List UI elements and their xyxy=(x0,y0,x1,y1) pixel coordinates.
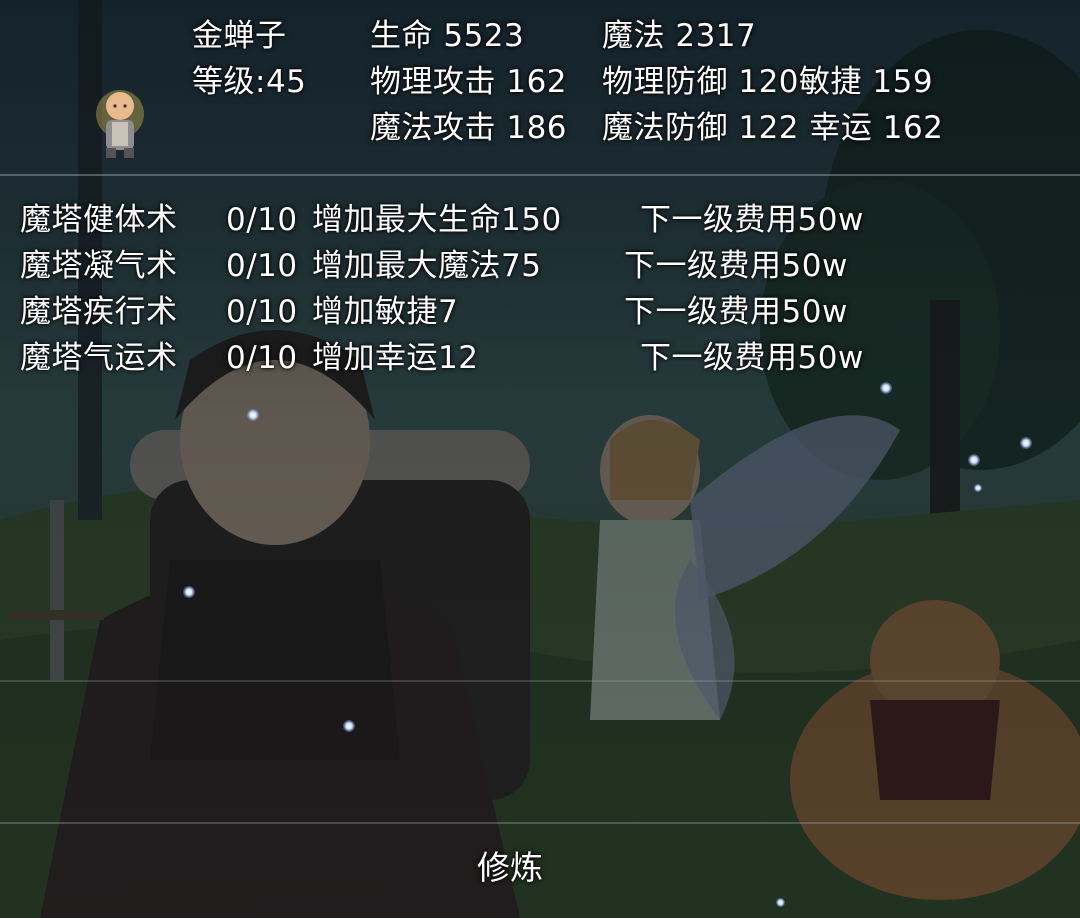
skill-name: 魔塔健体术 xyxy=(20,202,178,238)
header-divider xyxy=(0,174,1080,176)
stat-magic-attack: 魔法攻击 186 xyxy=(370,110,568,146)
skill-cost: 下一级费用50w xyxy=(624,248,848,284)
skill-effect: 增加幸运12 xyxy=(312,340,479,376)
skill-cost: 下一级费用50w xyxy=(640,202,864,238)
sparkle-icon xyxy=(776,898,785,907)
skill-name: 魔塔气运术 xyxy=(20,340,178,376)
skill-cost: 下一级费用50w xyxy=(640,340,864,376)
skill-progress: 0/10 xyxy=(226,248,298,284)
footer-divider xyxy=(0,822,1080,824)
train-button[interactable]: 修炼 xyxy=(440,838,580,892)
skill-name: 魔塔疾行术 xyxy=(20,294,178,330)
stat-hp: 生命 5523 xyxy=(370,18,525,54)
skill-cost: 下一级费用50w xyxy=(624,294,848,330)
sparkle-icon xyxy=(247,409,259,421)
skill-progress: 0/10 xyxy=(226,340,298,376)
sparkle-icon xyxy=(880,382,892,394)
character-level: 等级:45 xyxy=(192,64,307,100)
stat-physical-defense-agility: 物理防御 120敏捷 159 xyxy=(602,64,934,100)
sparkle-icon xyxy=(968,454,980,466)
panel-divider xyxy=(0,680,1080,682)
skill-effect: 增加最大生命150 xyxy=(312,202,562,238)
skill-name: 魔塔凝气术 xyxy=(20,248,178,284)
sparkle-icon xyxy=(974,484,982,492)
character-name: 金蝉子 xyxy=(192,18,287,54)
sparkle-icon xyxy=(343,720,355,732)
skill-progress: 0/10 xyxy=(226,294,298,330)
stat-magic-defense-luck: 魔法防御 122 幸运 162 xyxy=(602,110,944,146)
skill-effect: 增加最大魔法75 xyxy=(312,248,542,284)
sparkle-icon xyxy=(183,586,195,598)
stat-mp: 魔法 2317 xyxy=(602,18,757,54)
stat-physical-attack: 物理攻击 162 xyxy=(370,64,568,100)
monk-portrait-icon xyxy=(96,90,144,158)
skill-progress: 0/10 xyxy=(226,202,298,238)
sparkle-icon xyxy=(1020,437,1032,449)
skill-effect: 增加敏捷7 xyxy=(312,294,459,330)
avatar xyxy=(92,84,148,164)
